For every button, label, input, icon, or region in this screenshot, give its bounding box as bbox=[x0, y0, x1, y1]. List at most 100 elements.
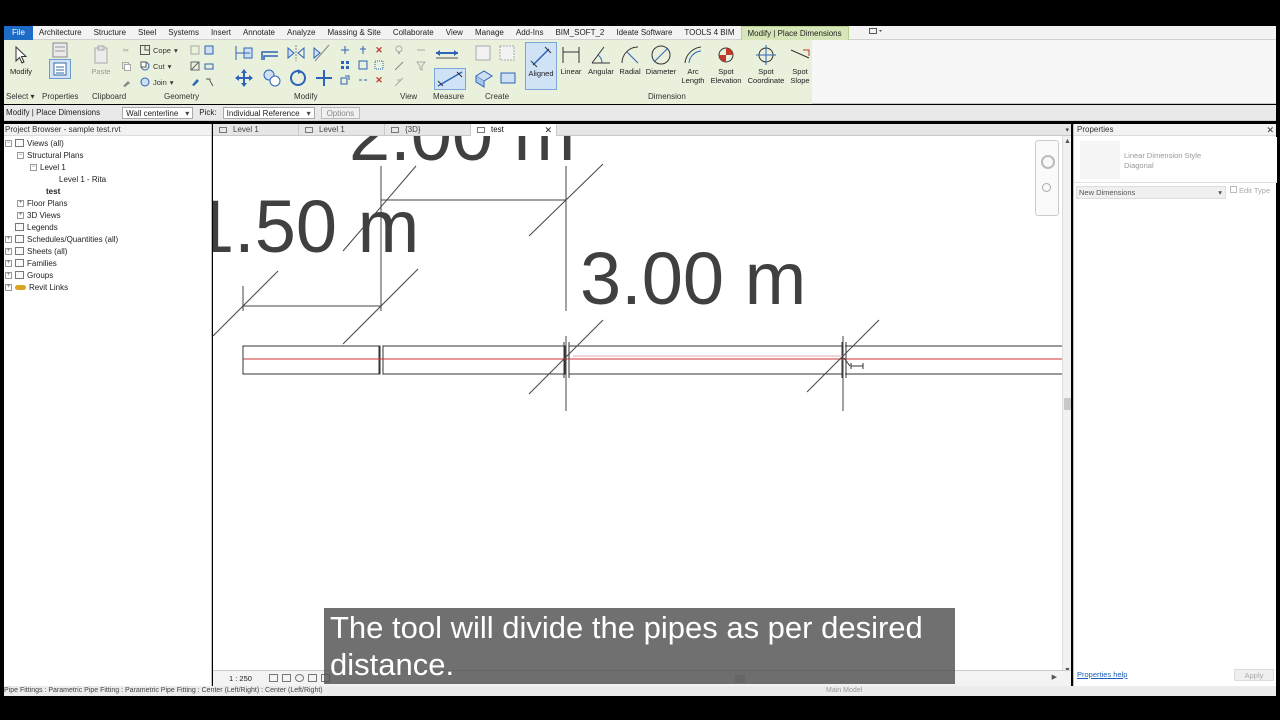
group-icon[interactable] bbox=[374, 60, 384, 70]
dimension-label-1-50[interactable]: 1.50 m bbox=[213, 184, 419, 269]
dimension-label-3-00[interactable]: 3.00 m bbox=[580, 236, 806, 321]
override-icon[interactable] bbox=[416, 45, 426, 55]
placement-dropdown[interactable]: Wall centerline bbox=[122, 106, 194, 119]
scroll-right-icon[interactable]: ▶ bbox=[1052, 673, 1057, 681]
type-selector[interactable]: Linear Dimension Style Diagonal bbox=[1074, 137, 1277, 183]
tab-3d[interactable]: {3D} bbox=[385, 124, 471, 136]
delete-icon[interactable]: ✕ bbox=[374, 75, 384, 85]
tree-schedules[interactable]: + Schedules/Quantities (all) bbox=[5, 233, 118, 245]
tab-test[interactable]: test ✕ bbox=[471, 124, 557, 136]
tree-legends[interactable]: Legends bbox=[15, 221, 58, 233]
wall-joins-icon[interactable] bbox=[190, 45, 200, 55]
menu-annotate[interactable]: Annotate bbox=[237, 26, 281, 40]
scale-icon[interactable] bbox=[340, 75, 350, 85]
tree-level-1[interactable]: − Level 1 bbox=[30, 161, 66, 173]
tree-views-all[interactable]: − Views (all) bbox=[5, 137, 64, 149]
paint-icon[interactable] bbox=[190, 77, 200, 87]
hammer-icon[interactable] bbox=[204, 77, 214, 87]
menu-insert[interactable]: Insert bbox=[205, 26, 237, 40]
join-button[interactable]: Join ▾ bbox=[140, 77, 174, 87]
menu-bim-soft-2[interactable]: BIM_SOFT_2 bbox=[549, 26, 610, 40]
expand-icon[interactable]: + bbox=[5, 259, 12, 267]
tree-revit-links[interactable]: + Revit Links bbox=[5, 281, 68, 293]
menu-structure[interactable]: Structure bbox=[88, 26, 132, 40]
steering-wheel-icon[interactable] bbox=[1041, 155, 1055, 169]
mirror-draw-tool[interactable] bbox=[312, 44, 332, 62]
menu-massing-site[interactable]: Massing & Site bbox=[321, 26, 386, 40]
diameter-dimension-tool[interactable]: Diameter bbox=[644, 44, 678, 76]
create-tool-2[interactable] bbox=[498, 44, 518, 62]
scroll-thumb[interactable] bbox=[1064, 398, 1071, 410]
tab-level-1-b[interactable]: Level 1 bbox=[299, 124, 385, 136]
sun-path-icon[interactable] bbox=[295, 674, 304, 682]
measure-between-tool[interactable] bbox=[434, 44, 460, 62]
tree-floor-plans[interactable]: + Floor Plans bbox=[17, 197, 67, 209]
match-properties-icon[interactable] bbox=[121, 77, 131, 87]
tree-level-1-rita[interactable]: Level 1 - Rita bbox=[59, 173, 106, 185]
unjoin-icon[interactable] bbox=[204, 45, 214, 55]
move-tool[interactable] bbox=[234, 68, 254, 88]
copy-tool[interactable] bbox=[262, 68, 282, 88]
cut-geometry-button[interactable]: Cut ▾ bbox=[140, 61, 171, 71]
split-gap-icon[interactable] bbox=[358, 75, 368, 85]
tabs-menu-icon[interactable]: ▾ bbox=[1065, 126, 1069, 134]
shadows-icon[interactable] bbox=[308, 674, 317, 682]
offset-tool[interactable] bbox=[260, 44, 280, 62]
pin-icon[interactable] bbox=[358, 60, 368, 70]
drawing-canvas[interactable]: 2.00 m 1.50 m 3.00 m bbox=[213, 136, 1062, 670]
cope-button[interactable]: Cope ▾ bbox=[140, 45, 178, 55]
menu-architecture[interactable]: Architecture bbox=[33, 26, 88, 40]
create-tool-3[interactable] bbox=[474, 68, 494, 88]
array-icon[interactable] bbox=[340, 60, 350, 70]
menu-steel[interactable]: Steel bbox=[132, 26, 162, 40]
aligned-dimension-measure[interactable] bbox=[434, 68, 466, 90]
tab-level-1-a[interactable]: Level 1 bbox=[213, 124, 299, 136]
create-tool-1[interactable] bbox=[474, 44, 494, 62]
mirror-axis-tool[interactable] bbox=[286, 44, 306, 62]
expand-icon[interactable]: + bbox=[17, 199, 24, 207]
align-tool[interactable] bbox=[234, 44, 254, 62]
ribbon-toggle-icon[interactable] bbox=[863, 26, 889, 40]
panel-select[interactable]: Select ▾ bbox=[6, 92, 34, 101]
expand-icon[interactable]: + bbox=[5, 283, 12, 291]
tree-families[interactable]: + Families bbox=[5, 257, 57, 269]
scroll-up-icon[interactable]: ▲ bbox=[1064, 138, 1071, 145]
expand-icon[interactable]: + bbox=[5, 235, 12, 243]
arc-length-dimension-tool[interactable]: Arc Length bbox=[679, 44, 707, 85]
expand-icon[interactable]: + bbox=[5, 247, 12, 255]
trim-tool[interactable] bbox=[314, 68, 334, 88]
menu-analyze[interactable]: Analyze bbox=[281, 26, 321, 40]
detail-level-icon[interactable] bbox=[269, 674, 278, 682]
hide-element-icon[interactable] bbox=[394, 77, 404, 87]
menu-systems[interactable]: Systems bbox=[162, 26, 205, 40]
zoom-icon[interactable] bbox=[1042, 183, 1051, 192]
collapse-icon[interactable]: − bbox=[5, 139, 12, 147]
split-face-icon[interactable] bbox=[190, 61, 200, 71]
tree-3d-views[interactable]: +3D Views bbox=[17, 209, 61, 221]
pick-dropdown[interactable]: Individual Reference bbox=[222, 106, 315, 119]
type-properties-button[interactable] bbox=[42, 42, 78, 80]
spot-elevation-tool[interactable]: Spot Elevation bbox=[708, 44, 744, 85]
rotate-tool[interactable] bbox=[288, 68, 308, 88]
apply-button[interactable]: Apply bbox=[1234, 669, 1274, 681]
close-tab-icon[interactable]: ✕ bbox=[544, 124, 552, 136]
tree-sheets[interactable]: + Sheets (all) bbox=[5, 245, 67, 257]
split-icon[interactable] bbox=[340, 45, 350, 55]
options-button[interactable]: Options bbox=[320, 106, 361, 119]
expand-icon[interactable]: + bbox=[17, 211, 24, 219]
tree-groups[interactable]: + Groups bbox=[5, 269, 53, 281]
properties-help-link[interactable]: Properties help bbox=[1077, 670, 1127, 679]
paste-button[interactable]: Paste bbox=[90, 44, 112, 76]
aligned-dimension-tool[interactable]: Aligned bbox=[525, 42, 557, 90]
close-properties-icon[interactable]: ✕ bbox=[1266, 124, 1274, 136]
tree-structural-plans[interactable]: − Structural Plans bbox=[17, 149, 83, 161]
linework-icon[interactable] bbox=[394, 61, 404, 71]
menu-file[interactable]: File bbox=[4, 25, 33, 40]
spot-slope-tool[interactable]: Spot Slope bbox=[787, 44, 813, 85]
delete-element-icon[interactable]: ✕ bbox=[374, 45, 384, 55]
demolish-icon[interactable] bbox=[204, 61, 214, 71]
filter-view-icon[interactable] bbox=[416, 61, 426, 71]
model-selector[interactable]: Main Model bbox=[826, 687, 862, 694]
modify-tool[interactable]: Modify bbox=[6, 44, 36, 76]
menu-tools-4-bim[interactable]: TOOLS 4 BIM bbox=[678, 26, 740, 40]
